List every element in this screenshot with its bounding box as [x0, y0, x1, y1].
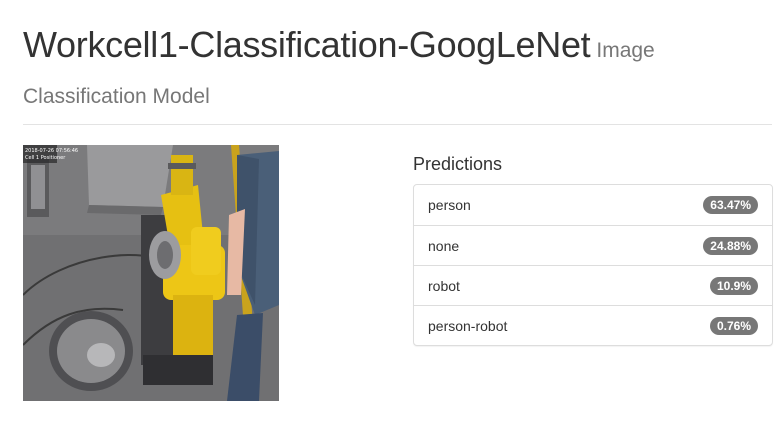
prediction-item: robot 10.9% [414, 265, 772, 305]
predictions-panel: Predictions person 63.47% none 24.88% ro… [413, 151, 773, 346]
workcell-camera-image: 2018-07-26 07:56:46 Cell 1 Positioner [23, 145, 279, 401]
predictions-heading: Predictions [413, 154, 503, 174]
prediction-label: person-robot [428, 317, 508, 334]
prediction-item: person-robot 0.76% [414, 305, 772, 345]
image-camera-label: Cell 1 Positioner [25, 155, 66, 161]
predictions-list: person 63.47% none 24.88% robot 10.9% pe… [413, 184, 773, 346]
prediction-label: none [428, 237, 460, 254]
prediction-label: person [428, 197, 471, 213]
header-divider [23, 124, 772, 125]
title-line: Workcell1-Classification-GoogLeNet Image [23, 18, 763, 80]
input-image: 2018-07-26 07:56:46 Cell 1 Positioner [23, 145, 279, 401]
prediction-score-badge: 63.47% [703, 196, 758, 214]
prediction-item: none 24.88% [414, 225, 772, 265]
prediction-score-badge: 0.76% [709, 316, 758, 335]
image-timestamp: 2018-07-26 07:56:46 [25, 148, 78, 154]
prediction-label: robot [428, 277, 460, 294]
model-title-suffix: Image [596, 39, 655, 62]
prediction-item: person 63.47% [414, 185, 772, 225]
model-subtitle: Classification Model [23, 85, 210, 108]
page: Workcell1-Classification-GoogLeNet Image … [0, 0, 783, 439]
page-header: Workcell1-Classification-GoogLeNet Image … [23, 18, 763, 112]
model-title: Workcell1-Classification-GoogLeNet [23, 24, 591, 65]
prediction-score-badge: 24.88% [703, 236, 758, 255]
prediction-score-badge: 10.9% [709, 276, 758, 295]
